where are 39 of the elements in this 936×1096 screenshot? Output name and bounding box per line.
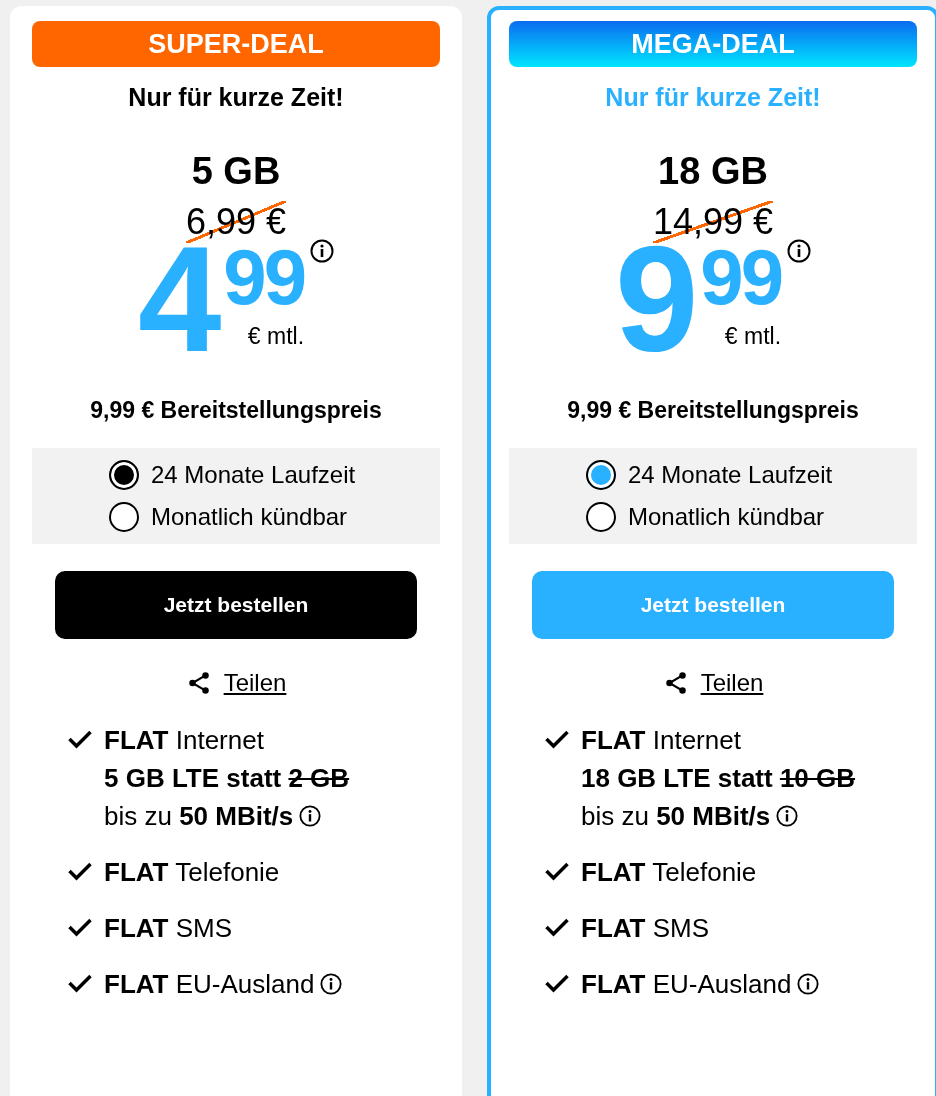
data-volume: 5 GB xyxy=(191,150,281,193)
radio-button[interactable] xyxy=(109,502,139,532)
info-icon[interactable] xyxy=(299,805,322,827)
share-link[interactable]: Teilen xyxy=(700,669,764,697)
feature-text: FLAT Internet xyxy=(104,724,264,757)
radio-button[interactable] xyxy=(109,460,139,490)
radio-button[interactable] xyxy=(586,460,616,490)
feature-text: FLAT Internet xyxy=(581,724,741,757)
feature-detail: 5 GB LTE statt 2 GB xyxy=(104,762,350,795)
price-unit: € mtl. xyxy=(247,323,305,350)
feature-text: FLAT SMS xyxy=(581,912,710,945)
feature-text: FLAT Telefonie xyxy=(104,856,280,889)
deal-badge: MEGA-DEAL xyxy=(509,21,917,67)
info-icon[interactable] xyxy=(797,973,820,995)
feature-speed: bis zu 50 MBit/s xyxy=(104,800,294,833)
deal-badge: SUPER-DEAL xyxy=(32,21,440,67)
feature-text: FLAT Telefonie xyxy=(581,856,757,889)
info-icon[interactable] xyxy=(320,973,343,995)
setup-fee: 9,99 € Bereitstellungspreis xyxy=(90,397,382,424)
feature-speed: bis zu 50 MBit/s xyxy=(581,800,771,833)
share-link[interactable]: Teilen xyxy=(223,669,287,697)
radio-button[interactable] xyxy=(586,502,616,532)
option-label[interactable]: 24 Monate Laufzeit xyxy=(628,461,833,489)
price-unit: € mtl. xyxy=(724,323,782,350)
data-volume: 18 GB xyxy=(658,150,768,193)
tagline: Nur für kurze Zeit! xyxy=(128,83,344,112)
option-label[interactable]: Monatlich kündbar xyxy=(151,503,348,531)
feature-detail: 18 GB LTE statt 10 GB xyxy=(581,762,856,795)
feature-text: FLAT EU-Ausland xyxy=(104,968,315,1001)
feature-text: FLAT EU-Ausland xyxy=(581,968,792,1001)
info-icon[interactable] xyxy=(310,239,335,263)
setup-fee: 9,99 € Bereitstellungspreis xyxy=(567,397,859,424)
feature-text: FLAT SMS xyxy=(104,912,233,945)
info-icon[interactable] xyxy=(787,239,812,263)
info-icon[interactable] xyxy=(776,805,799,827)
order-button[interactable]: Jetzt bestellen xyxy=(55,571,417,639)
option-label[interactable]: 24 Monate Laufzeit xyxy=(151,461,356,489)
option-label[interactable]: Monatlich kündbar xyxy=(628,503,825,531)
tagline: Nur für kurze Zeit! xyxy=(605,83,821,112)
